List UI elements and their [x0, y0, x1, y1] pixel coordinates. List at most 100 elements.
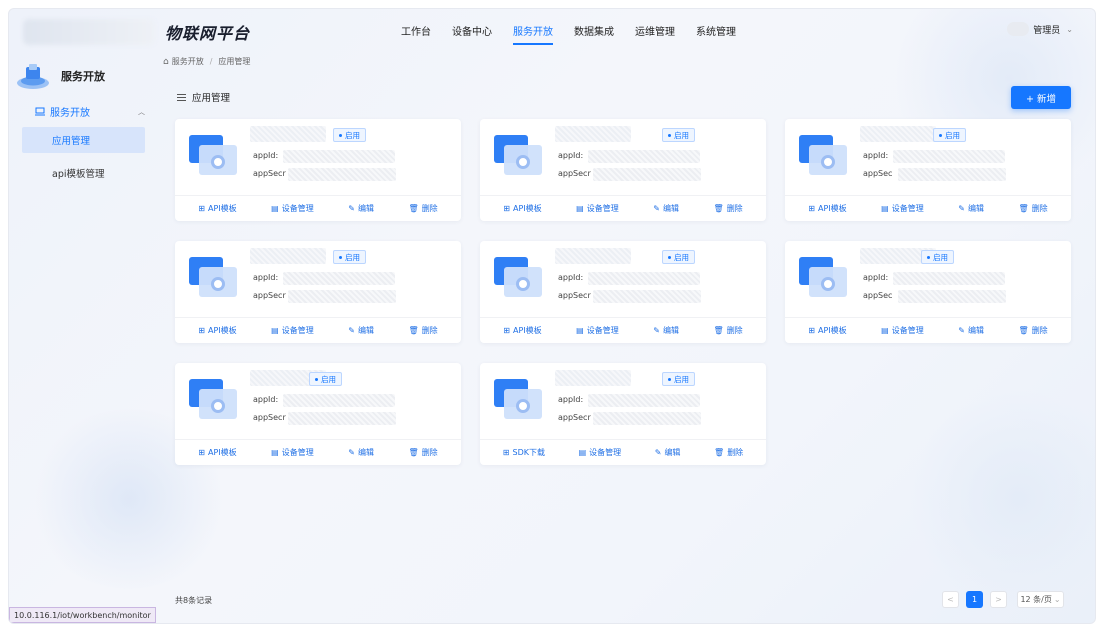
appsecret-label: appSecr: [253, 169, 286, 178]
api-template-button[interactable]: ⊞ API模板: [808, 325, 846, 336]
device-management-button[interactable]: ▤ 设备管理: [576, 325, 619, 336]
app-icon: [494, 377, 544, 419]
action-label: API模板: [512, 204, 542, 213]
device-management-button[interactable]: ▤ 设备管理: [271, 325, 314, 336]
api-template-button[interactable]: ⊞ API模板: [503, 203, 541, 214]
user-menu[interactable]: 管理员 ⌄: [1007, 22, 1073, 36]
delete-icon: 🗑: [1018, 326, 1029, 335]
gear-icon: [516, 399, 530, 413]
app-card: 启用 appId: appSecr ⊞ API模板 ▤ 设备管理 ✎ 编辑 🗑 删除: [480, 241, 766, 343]
action-label: 设备管理: [281, 326, 314, 335]
nav-data-integration[interactable]: 数据集成: [574, 23, 614, 45]
appsecret-label: appSec: [863, 291, 893, 300]
sidebar-item-app-management[interactable]: 应用管理: [22, 127, 145, 153]
delete-button[interactable]: 🗑 删除: [714, 203, 743, 214]
delete-button[interactable]: 🗑 删除: [1019, 203, 1048, 214]
sidebar-group-service-open[interactable]: 服务开放 ︿: [35, 104, 145, 119]
app-card: 启用 appId: appSecr ⊞ API模板 ▤ 设备管理 ✎ 编辑 🗑 删除: [480, 119, 766, 221]
nav-system[interactable]: 系统管理: [696, 23, 736, 45]
prev-page-button[interactable]: <: [942, 591, 959, 608]
app-card: 启用 appId: appSecr ⊞ API模板 ▤ 设备管理 ✎ 编辑 🗑 删除: [175, 363, 461, 465]
delete-icon: 🗑: [408, 326, 419, 335]
appid-value: [893, 150, 1005, 163]
app-icon: [189, 255, 239, 297]
nav-service-open[interactable]: 服务开放: [513, 23, 553, 45]
edit-button[interactable]: ✎ 编辑: [348, 447, 374, 458]
device-management-button[interactable]: ▤ 设备管理: [881, 325, 924, 336]
delete-button[interactable]: 🗑 删除: [714, 325, 743, 336]
card-actions: ⊞ SDK下载 ▤ 设备管理 ✎ 编辑 🗑 删除: [480, 439, 766, 465]
edit-icon: ✎: [958, 204, 965, 213]
delete-button[interactable]: 🗑 删除: [409, 325, 438, 336]
appsecret-value: [593, 412, 701, 425]
appsecret-value: [288, 412, 396, 425]
action-label: 设备管理: [891, 326, 924, 335]
sdk-download-button[interactable]: ⊞ SDK下载: [503, 447, 545, 458]
next-page-button[interactable]: >: [990, 591, 1007, 608]
device-management-button[interactable]: ▤ 设备管理: [271, 447, 314, 458]
edit-button[interactable]: ✎ 编辑: [655, 447, 681, 458]
app-name: [860, 126, 936, 142]
action-label: API模板: [207, 448, 237, 457]
card-actions: ⊞ API模板 ▤ 设备管理 ✎ 编辑 🗑 删除: [785, 317, 1071, 343]
nav-workbench[interactable]: 工作台: [401, 23, 431, 45]
device-management-icon: ▤: [271, 326, 279, 335]
add-button[interactable]: + 新增: [1011, 86, 1071, 109]
edit-button[interactable]: ✎ 编辑: [958, 203, 984, 214]
action-label: 设备管理: [589, 448, 622, 457]
edit-button[interactable]: ✎ 编辑: [653, 325, 679, 336]
device-management-button[interactable]: ▤ 设备管理: [881, 203, 924, 214]
breadcrumb-item[interactable]: 服务开放: [172, 56, 204, 67]
action-label: SDK下载: [512, 448, 545, 457]
api-template-button[interactable]: ⊞ API模板: [198, 203, 236, 214]
delete-icon: 🗑: [408, 448, 419, 457]
nav-device-center[interactable]: 设备中心: [452, 23, 492, 45]
app-card: 启用 appId: appSec ⊞ API模板 ▤ 设备管理 ✎ 编辑 🗑 删除: [785, 241, 1071, 343]
delete-button[interactable]: 🗑 删除: [714, 447, 743, 458]
edit-button[interactable]: ✎ 编辑: [348, 325, 374, 336]
api-template-button[interactable]: ⊞ API模板: [198, 447, 236, 458]
delete-icon: 🗑: [713, 326, 724, 335]
api-template-button[interactable]: ⊞ API模板: [808, 203, 846, 214]
api-template-icon: ⊞: [503, 204, 510, 213]
service-logo-icon: [15, 61, 51, 91]
api-template-button[interactable]: ⊞ API模板: [503, 325, 541, 336]
action-label: 编辑: [662, 204, 679, 213]
app-name: [555, 248, 631, 264]
action-label: 删除: [1031, 204, 1048, 213]
delete-button[interactable]: 🗑 删除: [409, 447, 438, 458]
action-label: API模板: [207, 326, 237, 335]
device-management-button[interactable]: ▤ 设备管理: [579, 447, 622, 458]
nav-operations[interactable]: 运维管理: [635, 23, 675, 45]
delete-icon: 🗑: [714, 448, 725, 457]
status-label: 启用: [674, 252, 689, 262]
edit-button[interactable]: ✎ 编辑: [653, 203, 679, 214]
app-window: 物联网平台 工作台 设备中心 服务开放 数据集成 运维管理 系统管理 管理员 ⌄…: [8, 8, 1096, 624]
app-icon: [189, 377, 239, 419]
status-badge: 启用: [933, 128, 966, 142]
app-card: 启用 appId: appSecr ⊞ API模板 ▤ 设备管理 ✎ 编辑 🗑 删除: [175, 241, 461, 343]
action-label: 编辑: [664, 448, 681, 457]
page-size-select[interactable]: 12 条/页 ⌄: [1017, 591, 1064, 608]
api-template-button[interactable]: ⊞ API模板: [198, 325, 236, 336]
device-management-button[interactable]: ▤ 设备管理: [271, 203, 314, 214]
action-label: 设备管理: [281, 448, 314, 457]
delete-button[interactable]: 🗑 删除: [1019, 325, 1048, 336]
section-title-label: 应用管理: [192, 93, 231, 104]
delete-button[interactable]: 🗑 删除: [409, 203, 438, 214]
appid-label: appId:: [863, 273, 889, 282]
edit-button[interactable]: ✎ 编辑: [348, 203, 374, 214]
app-card: 启用 appId: appSec ⊞ API模板 ▤ 设备管理 ✎ 编辑 🗑 删除: [785, 119, 1071, 221]
edit-icon: ✎: [958, 326, 965, 335]
app-name: [555, 126, 631, 142]
device-management-button[interactable]: ▤ 设备管理: [576, 203, 619, 214]
page-1-button[interactable]: 1: [966, 591, 983, 608]
app-card: 启用 appId: appSecr ⊞ SDK下载 ▤ 设备管理 ✎ 编辑 🗑 删除: [480, 363, 766, 465]
edit-button[interactable]: ✎ 编辑: [958, 325, 984, 336]
appid-value: [283, 150, 395, 163]
sidebar-item-api-template[interactable]: api模板管理: [22, 160, 145, 186]
card-actions: ⊞ API模板 ▤ 设备管理 ✎ 编辑 🗑 删除: [175, 317, 461, 343]
gear-icon: [211, 155, 225, 169]
status-label: 启用: [321, 374, 336, 384]
section-title: 应用管理: [177, 90, 230, 104]
